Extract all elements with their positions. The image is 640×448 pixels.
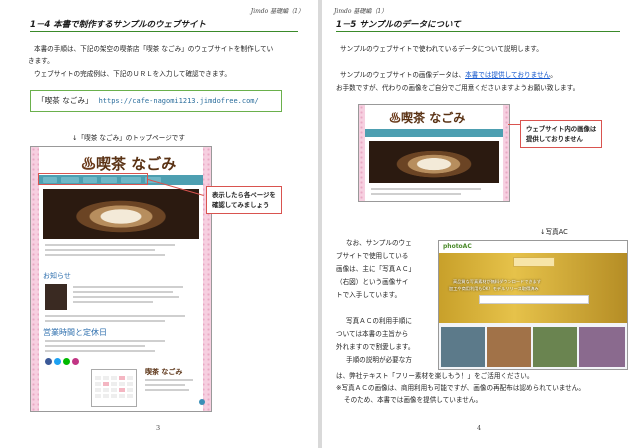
text-placeholder bbox=[45, 345, 145, 347]
callout-text: 提供しておりません bbox=[526, 135, 583, 143]
note-text: そのため、本書では画像を提供していません。 bbox=[344, 396, 483, 404]
page-number: 3 bbox=[156, 424, 161, 432]
site-url[interactable]: https://cafe-nagomi1213.jimdofree.com/ bbox=[99, 97, 259, 105]
text-placeholder bbox=[45, 340, 165, 342]
scroll-top-icon[interactable] bbox=[199, 399, 205, 405]
wrapped-line: 写真ＡＣの利用手順に bbox=[346, 317, 412, 325]
figure-caption: ↓「喫茶 なごみ」のトップページです bbox=[72, 134, 185, 142]
photoac-logo: photoAC bbox=[443, 243, 472, 250]
site-logo-text: 喫茶 なごみ bbox=[96, 155, 177, 173]
section-title: 1－4 本書で制作するサンプルのウェブサイト bbox=[30, 18, 298, 32]
wrapped-line: ついては本書の主旨から bbox=[336, 330, 409, 338]
site-name: 「喫茶 なごみ」 bbox=[37, 96, 93, 105]
hours-heading: 営業時間と定休日 bbox=[43, 328, 107, 337]
callout-text: ウェブサイト内の画像は bbox=[526, 125, 597, 133]
site-logo: ♨喫茶 なごみ bbox=[389, 109, 465, 126]
facebook-icon[interactable] bbox=[45, 358, 52, 365]
right-page: Jimdo 基礎編（1） 1－5 サンプルのデータについて サンプルのウェブサイ… bbox=[322, 0, 640, 448]
callout-text: 表示したら各ページを bbox=[212, 191, 276, 199]
body-text: は、弊社テキスト「フリー素材を楽しもう！」をご活用ください。 bbox=[336, 372, 534, 380]
photoac-banner: 高品質な写真素材が無料ダウンロードできます 加工や商用利用もOK！モデルリリース… bbox=[439, 253, 627, 323]
banner-text: 加工や商用利用もOK！モデルリリース取得済み bbox=[449, 286, 539, 291]
text-placeholder bbox=[45, 244, 175, 246]
wrapped-line: なお、サンプルのウェ bbox=[346, 239, 412, 247]
text-placeholder bbox=[145, 389, 189, 391]
news-heading: お知らせ bbox=[43, 272, 71, 280]
photoac-screenshot: photoAC 高品質な写真素材が無料ダウンロードできます 加工や商用利用もOK… bbox=[438, 240, 628, 370]
section-title: 1－5 サンプルのデータについて bbox=[336, 18, 620, 32]
body-text: サンプルのウェブサイトで使われているデータについて説明します。 bbox=[340, 45, 543, 53]
text-placeholder bbox=[45, 350, 155, 352]
instagram-icon[interactable] bbox=[72, 358, 79, 365]
site-nav bbox=[365, 129, 503, 137]
text-placeholder bbox=[73, 286, 183, 288]
nav-highlight-frame bbox=[38, 173, 148, 185]
wrapped-line: 画像は、主に「写真ＡＣ」 bbox=[336, 265, 416, 273]
latte-photo bbox=[369, 141, 499, 183]
callout-text: 確認してみましょう bbox=[212, 201, 270, 209]
wrapped-line: （右図）という画像サイ bbox=[336, 278, 409, 286]
body-text: お手数ですが、代わりの画像をご自分でご用意くださいますようお願い致します。 bbox=[336, 84, 580, 92]
photoac-search-input[interactable] bbox=[479, 295, 589, 304]
text-placeholder bbox=[45, 254, 165, 256]
body-text: サンプルのウェブサイトの画像データは、本書では提供しておりません。 bbox=[340, 71, 557, 79]
note-text: ※写真ＡＣの画像は、商用利用も可能ですが、画像の再配布は認められていません。 bbox=[336, 384, 585, 392]
text-placeholder bbox=[45, 320, 165, 322]
twitter-icon[interactable] bbox=[54, 358, 61, 365]
site-logo-text: 喫茶 なごみ bbox=[401, 111, 466, 125]
callout-box: 表示したら各ページを 確認してみましょう bbox=[206, 186, 282, 214]
wrapped-line: トで入手しています。 bbox=[336, 291, 402, 299]
wrapped-line: 外れますので割愛します。 bbox=[336, 343, 415, 351]
calendar-widget bbox=[91, 369, 137, 407]
body-text: 本書の手順は、下記の架空の喫茶店「喫茶 なごみ」のウェブサイトを制作してい bbox=[34, 45, 274, 53]
website-screenshot: ♨喫茶 なごみ お知らせ 営業時間と定休日 喫茶 なごみ bbox=[30, 146, 212, 412]
book-spread: Jimdo 基礎編（1） 1－4 本書で制作するサンプルのウェブサイト 本書の手… bbox=[0, 0, 640, 448]
banner-text: 高品質な写真素材が無料ダウンロードできます bbox=[453, 279, 541, 284]
body-text: ウェブサイトの完成例は、下記のＵＲＬを入力して確認できます。 bbox=[34, 70, 231, 78]
left-page: Jimdo 基礎編（1） 1－4 本書で制作するサンプルのウェブサイト 本書の手… bbox=[0, 0, 318, 448]
page-number: 4 bbox=[477, 424, 482, 432]
line-icon[interactable] bbox=[63, 358, 70, 365]
site-logo: ♨喫茶 なごみ bbox=[81, 153, 176, 174]
text-placeholder bbox=[73, 291, 173, 293]
no-images-link: 本書では提供しておりません bbox=[465, 71, 551, 79]
callout-box: ウェブサイト内の画像は 提供しておりません bbox=[520, 120, 603, 148]
figure-caption: ↓写真AC bbox=[540, 228, 568, 236]
text-placeholder bbox=[45, 315, 185, 317]
text-placeholder bbox=[73, 296, 179, 298]
latte-photo bbox=[43, 189, 199, 239]
running-header: Jimdo 基礎編（1） bbox=[334, 8, 388, 15]
cup-icon: ♨ bbox=[81, 155, 97, 173]
text-placeholder bbox=[45, 249, 155, 251]
text-placeholder bbox=[145, 379, 193, 381]
footer-logo: 喫茶 なごみ bbox=[145, 367, 183, 376]
body-text: きます。 bbox=[28, 57, 54, 65]
cup-icon: ♨ bbox=[389, 111, 402, 125]
wrapped-line: ブサイトで使用している bbox=[336, 252, 409, 260]
wrapped-line: 手順の説明が必要な方 bbox=[346, 356, 412, 364]
text-placeholder bbox=[73, 301, 153, 303]
running-header: Jimdo 基礎編（1） bbox=[250, 8, 304, 15]
text-placeholder bbox=[145, 384, 185, 386]
website-screenshot-cropped: ♨喫茶 なごみ bbox=[358, 104, 510, 202]
callout-leader bbox=[508, 124, 520, 126]
url-box: 「喫茶 なごみ」 https://cafe-nagomi1213.jimdofre… bbox=[30, 90, 282, 112]
news-photo bbox=[45, 284, 67, 310]
